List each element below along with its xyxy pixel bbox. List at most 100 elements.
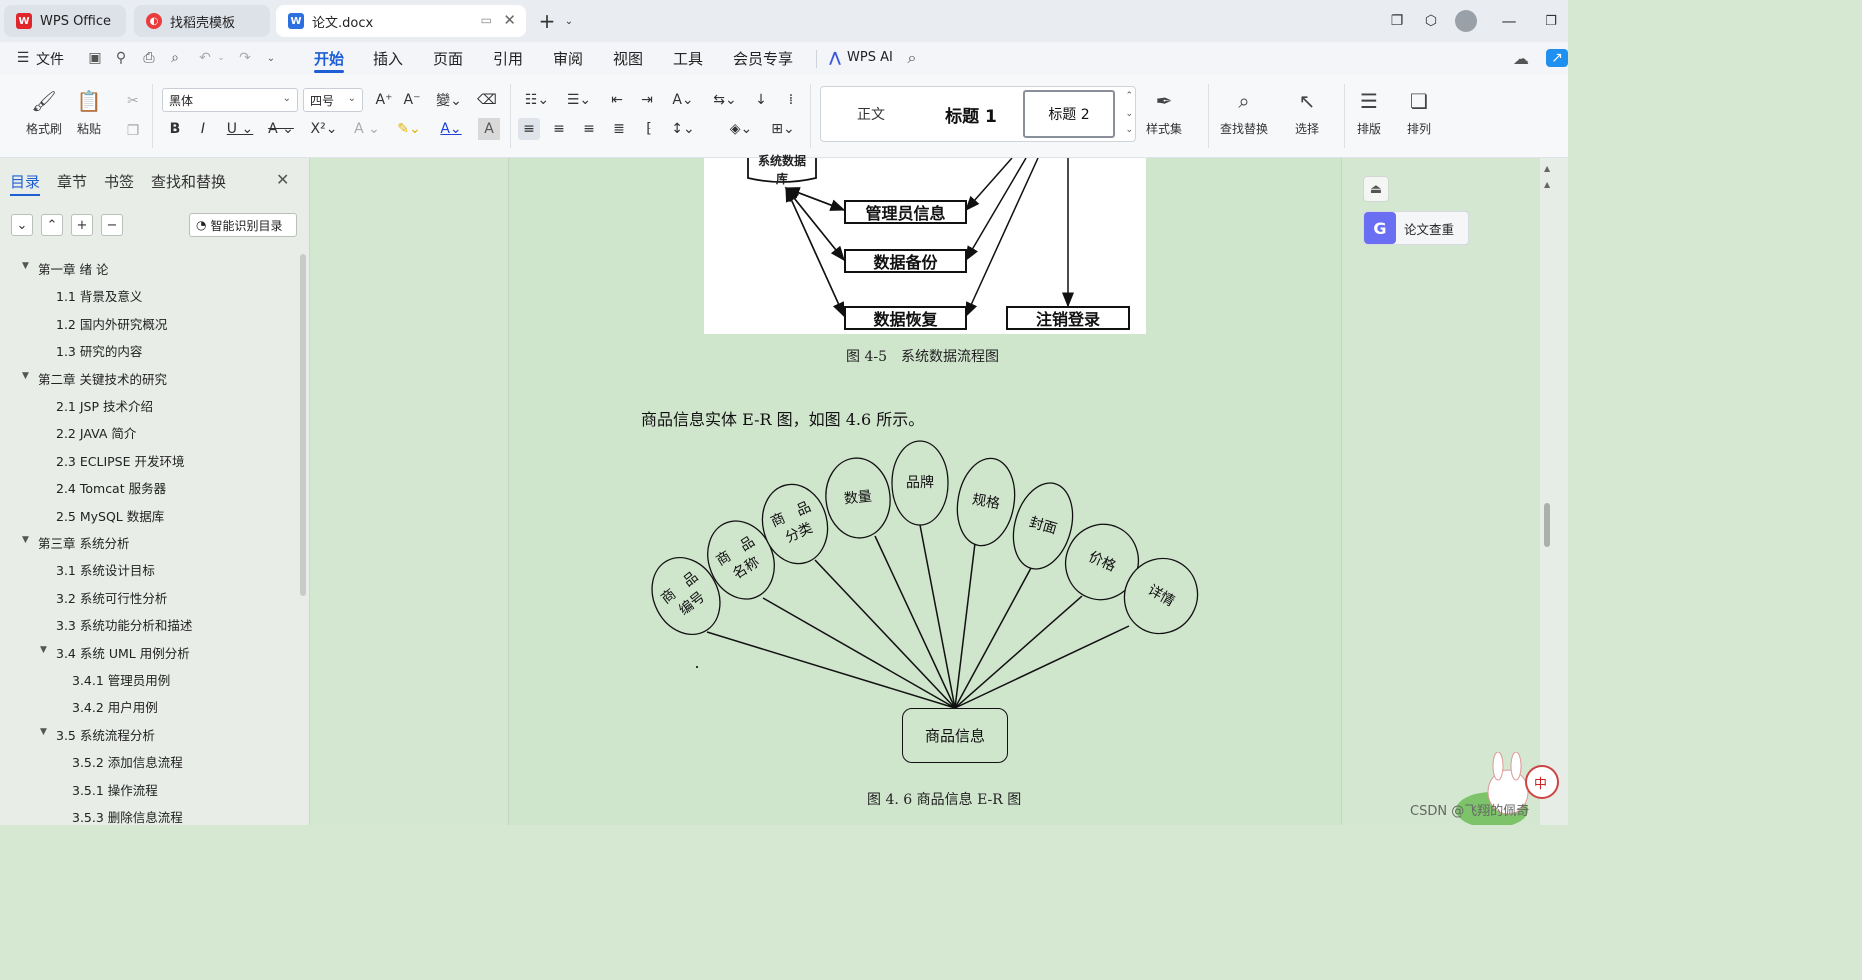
convert-icon[interactable]: ⇆⌄ [710, 89, 740, 111]
toc-item[interactable]: 2.1 JSP 技术介绍 [56, 396, 153, 415]
paste-button[interactable]: 📋 粘贴 [76, 88, 102, 137]
tab-find-replace[interactable]: 查找和替换 [151, 171, 226, 192]
phonetic-icon[interactable]: 變⌄ [434, 89, 464, 111]
toc-item[interactable]: 1.3 研究的内容 [56, 341, 142, 360]
arrange-button[interactable]: ❏ 排列 [1406, 88, 1432, 137]
tab-view[interactable]: 视图 [613, 48, 643, 69]
expand-triangle-icon[interactable]: ▼ [40, 645, 47, 655]
toc-item[interactable]: 2.3 ECLIPSE 开发环境 [56, 451, 184, 470]
toc-item[interactable]: 2.4 Tomcat 服务器 [56, 478, 166, 497]
increase-indent-icon[interactable]: ⇥ [636, 89, 658, 111]
pin-icon[interactable]: ⚲ [112, 49, 130, 67]
font-name-select[interactable]: 黑体 ⌄ [162, 88, 298, 112]
shrink-font-icon[interactable]: A⁻ [401, 89, 423, 111]
window-tile-icon[interactable]: ❐ [1386, 10, 1408, 32]
toc-item[interactable]: 3.5.3 删除信息流程 [72, 807, 183, 826]
numbered-list-icon[interactable]: ☰⌄ [564, 89, 594, 111]
close-icon[interactable]: ✕ [276, 170, 289, 189]
scroll-top-icon[interactable]: ▲ [1544, 180, 1550, 189]
smart-toc-button[interactable]: ◔ 智能识别目录 [189, 213, 297, 237]
expand-triangle-icon[interactable]: ▼ [22, 371, 29, 381]
strikethrough-icon[interactable]: A ⌄ [266, 118, 296, 140]
toc-item[interactable]: 2.5 MySQL 数据库 [56, 506, 164, 525]
tab-toc[interactable]: 目录 [10, 171, 40, 192]
find-replace-button[interactable]: ⌕ 查找替换 [1220, 88, 1268, 137]
collapse-panel-icon[interactable]: ⏏ [1363, 176, 1389, 202]
tab-list-chevron-icon[interactable]: ⌄ [558, 10, 580, 32]
bold-icon[interactable]: B [164, 118, 186, 140]
decrease-indent-icon[interactable]: ⇤ [606, 89, 628, 111]
tab-chapters[interactable]: 章节 [57, 171, 87, 192]
vertical-scrollbar-track[interactable]: ▲ ▲ [1540, 158, 1568, 825]
avatar[interactable] [1455, 10, 1477, 32]
cloud-icon[interactable]: ☁ [1512, 49, 1530, 68]
font-size-select[interactable]: 四号 ⌄ [303, 88, 363, 112]
tab-tools[interactable]: 工具 [673, 48, 703, 69]
underline-icon[interactable]: U ⌄ [224, 118, 256, 140]
toc-item[interactable]: 3.4.1 管理员用例 [72, 670, 170, 689]
quick-access-chevron-icon[interactable]: ⌄ [262, 49, 280, 67]
toc-item[interactable]: 3.2 系统可行性分析 [56, 588, 167, 607]
toc-chapter[interactable]: ▼ 第三章 系统分析 [22, 533, 129, 552]
align-center-icon[interactable]: ≡ [548, 118, 570, 140]
toc-item[interactable]: 3.3 系统功能分析和描述 [56, 615, 192, 634]
clear-format-icon[interactable]: ⌫ [476, 89, 498, 111]
line-spacing-icon[interactable]: ↕⌄ [668, 118, 698, 140]
minimize-icon[interactable]: — [1498, 10, 1520, 32]
paper-check-button[interactable]: G 论文查重 [1363, 211, 1469, 245]
border-icon[interactable]: ⊞⌄ [768, 118, 798, 140]
panel-scrollbar[interactable] [300, 254, 306, 596]
save-icon[interactable]: ▣ [86, 49, 104, 67]
bullet-list-icon[interactable]: ☷⌄ [522, 89, 552, 111]
file-menu[interactable]: 文件 [36, 49, 64, 69]
align-left-icon[interactable]: ≡ [518, 118, 540, 140]
print-icon[interactable]: ⎙ [140, 49, 158, 67]
share-icon[interactable]: ↗ [1546, 49, 1568, 67]
shading-icon[interactable]: ◈⌄ [726, 118, 756, 140]
superscript-icon[interactable]: X²⌄ [308, 118, 340, 140]
toc-item[interactable]: 1.2 国内外研究概况 [56, 314, 167, 333]
show-marks-icon[interactable]: ⁞ [780, 89, 802, 111]
chevron-up-icon[interactable]: ⌃ [1125, 91, 1133, 101]
toc-chapter[interactable]: ▼ 第二章 关键技术的研究 [22, 369, 167, 388]
text-direction-icon[interactable]: A⌄ [668, 89, 698, 111]
tab-review[interactable]: 审阅 [553, 48, 583, 69]
copy-icon[interactable]: ❐ [122, 120, 144, 142]
italic-icon[interactable]: I [192, 118, 214, 140]
tab-document[interactable]: W 论文.docx ▭ ✕ [276, 5, 526, 37]
hamburger-menu-icon[interactable]: ☰ [14, 49, 32, 67]
remove-item-minus-icon[interactable]: − [101, 214, 123, 236]
wps-ai-button[interactable]: WPS AI [847, 50, 893, 65]
toc-item[interactable]: 3.4.2 用户用例 [72, 697, 158, 716]
tab-bookmarks[interactable]: 书签 [104, 171, 134, 192]
toc-item[interactable]: ▼ 3.5 系统流程分析 [40, 725, 155, 744]
print-preview-icon[interactable]: ⌕ [166, 49, 184, 67]
new-tab-button[interactable]: + [536, 9, 558, 33]
scroll-up-icon[interactable]: ▲ [1544, 164, 1550, 173]
align-right-icon[interactable]: ≡ [578, 118, 600, 140]
toc-item[interactable]: 2.2 JAVA 简介 [56, 423, 136, 442]
close-tab-icon[interactable]: ✕ [503, 11, 516, 29]
select-button[interactable]: ↖ 选择 [1294, 88, 1320, 137]
char-shading-icon[interactable]: A [478, 118, 500, 140]
tab-member[interactable]: 会员专享 [733, 48, 793, 69]
undo-dropdown-icon[interactable]: ⌄ [212, 49, 230, 67]
expand-all-chevron-down-icon[interactable]: ⌄ [11, 214, 33, 236]
expand-triangle-icon[interactable]: ▼ [40, 727, 47, 737]
tab-references[interactable]: 引用 [493, 48, 523, 69]
expand-triangle-icon[interactable]: ▼ [22, 535, 29, 545]
toc-item[interactable]: 3.5.2 添加信息流程 [72, 752, 183, 771]
restore-icon[interactable]: ❐ [1540, 10, 1562, 32]
search-icon[interactable]: ⌕ [903, 48, 921, 67]
justify-icon[interactable]: ≣ [608, 118, 630, 140]
add-item-plus-icon[interactable]: + [71, 214, 93, 236]
scrollbar-thumb[interactable] [1544, 503, 1550, 547]
monitor-icon[interactable]: ▭ [481, 13, 492, 27]
style-set-button[interactable]: ✒ 样式集 [1146, 88, 1182, 137]
toc-chapter[interactable]: ▼ 第一章 绪 论 [22, 259, 108, 278]
highlight-icon[interactable]: ✎⌄ [394, 118, 424, 140]
expand-styles-icon[interactable]: ⌄ [1125, 125, 1133, 135]
grow-font-icon[interactable]: A⁺ [373, 89, 395, 111]
font-color-icon[interactable]: A⌄ [436, 118, 466, 140]
style-normal[interactable]: 正文 [821, 87, 921, 141]
